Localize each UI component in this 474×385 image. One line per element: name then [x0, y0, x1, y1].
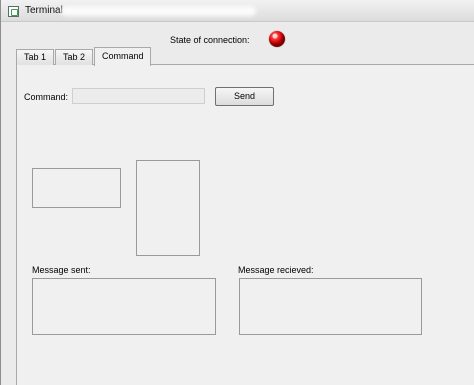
- tab-panel-command: [16, 64, 474, 385]
- empty-box-left: [32, 168, 121, 208]
- tab-command[interactable]: Command: [94, 47, 151, 66]
- connection-status-indicator-icon: [269, 31, 285, 47]
- terminal-window: Terminal State of connection: Tab 1 Tab …: [0, 0, 474, 385]
- title-bar: Terminal: [1, 0, 474, 22]
- command-label: Command:: [24, 92, 69, 102]
- tab-1[interactable]: Tab 1: [16, 49, 54, 65]
- message-received-area[interactable]: [239, 278, 422, 335]
- connection-state-label: State of connection:: [170, 35, 250, 45]
- tab-2[interactable]: Tab 2: [55, 49, 93, 65]
- message-sent-area[interactable]: [32, 278, 216, 335]
- message-sent-label: Message sent:: [32, 265, 91, 275]
- redacted-title-region: [61, 6, 256, 16]
- window-title: Terminal: [25, 5, 63, 16]
- empty-box-right: [136, 160, 200, 256]
- send-button[interactable]: Send: [215, 87, 274, 106]
- app-icon: [8, 6, 19, 17]
- command-input[interactable]: [72, 88, 205, 104]
- message-received-label: Message recieved:: [238, 265, 314, 275]
